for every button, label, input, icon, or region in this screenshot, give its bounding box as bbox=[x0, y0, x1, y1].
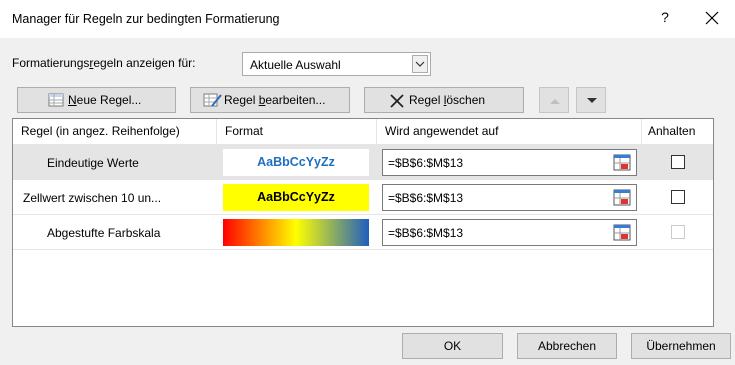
applies-to-value: =$B$6:$M$13 bbox=[388, 226, 464, 240]
move-down-button[interactable] bbox=[576, 87, 606, 113]
applies-to-input[interactable]: =$B$6:$M$13 bbox=[382, 184, 637, 211]
header-rule[interactable]: Regel (in angez. Reihenfolge) bbox=[13, 119, 217, 144]
chevron-down-icon bbox=[415, 61, 425, 67]
stop-if-true-checkbox bbox=[671, 225, 685, 239]
dropdown-button[interactable] bbox=[412, 55, 428, 73]
applies-to-value: =$B$6:$M$13 bbox=[388, 156, 464, 170]
edit-rule-button[interactable]: Regel bearbeiten... bbox=[190, 87, 350, 113]
applies-to-input[interactable]: =$B$6:$M$13 bbox=[382, 149, 637, 176]
arrow-down-icon bbox=[587, 98, 597, 103]
format-preview: AaBbCcYyZz bbox=[223, 184, 369, 211]
color-scale-preview bbox=[223, 219, 369, 246]
show-rules-label: Formatierungsregeln anzeigen für: bbox=[12, 56, 196, 70]
move-up-button[interactable] bbox=[539, 87, 569, 113]
conditional-formatting-dialog: Manager für Regeln zur bedingten Formati… bbox=[0, 0, 735, 365]
delete-rule-button[interactable]: Regel löschen bbox=[364, 87, 524, 113]
edit-rule-label: Regel bearbeiten... bbox=[224, 93, 326, 107]
applies-to-input[interactable]: =$B$6:$M$13 bbox=[382, 219, 637, 246]
applies-to-value: =$B$6:$M$13 bbox=[388, 191, 464, 205]
stop-if-true-checkbox[interactable] bbox=[671, 190, 685, 204]
range-select-icon[interactable] bbox=[613, 154, 631, 171]
rule-name: Abgestufte Farbskala bbox=[47, 226, 161, 240]
delete-rule-label: Regel löschen bbox=[409, 93, 486, 107]
range-select-icon[interactable] bbox=[613, 189, 631, 206]
table-row[interactable]: Eindeutige Werte AaBbCcYyZz =$B$6:$M$13 bbox=[13, 145, 713, 180]
arrow-up-icon bbox=[550, 99, 560, 104]
rule-name: Eindeutige Werte bbox=[47, 156, 139, 170]
close-button[interactable] bbox=[700, 6, 724, 30]
rules-table: Regel (in angez. Reihenfolge) Format Wir… bbox=[12, 118, 714, 327]
help-button[interactable]: ? bbox=[657, 9, 673, 25]
delete-icon bbox=[390, 94, 404, 108]
header-applies-to[interactable]: Wird angewendet auf bbox=[377, 119, 642, 144]
header-format[interactable]: Format bbox=[217, 119, 377, 144]
range-select-icon[interactable] bbox=[613, 224, 631, 241]
header-stop[interactable]: Anhalten bbox=[642, 119, 713, 144]
edit-rule-icon bbox=[203, 93, 222, 107]
rule-name: Zellwert zwischen 10 un... bbox=[23, 191, 162, 205]
format-preview: AaBbCcYyZz bbox=[223, 149, 369, 176]
new-rule-label: Neue Regel... bbox=[68, 93, 142, 107]
apply-button[interactable]: Übernehmen bbox=[631, 333, 731, 359]
title-bar: Manager für Regeln zur bedingten Formati… bbox=[0, 0, 735, 38]
stop-if-true-checkbox[interactable] bbox=[671, 155, 685, 169]
new-rule-button[interactable]: Neue Regel... bbox=[17, 87, 176, 113]
table-row[interactable]: Zellwert zwischen 10 un... AaBbCcYyZz =$… bbox=[13, 180, 713, 215]
new-rule-icon bbox=[48, 93, 64, 107]
cancel-button[interactable]: Abbrechen bbox=[517, 333, 617, 359]
table-row[interactable]: Abgestufte Farbskala =$B$6:$M$13 bbox=[13, 215, 713, 250]
show-rules-dropdown[interactable]: Aktuelle Auswahl bbox=[242, 52, 431, 76]
close-icon bbox=[705, 11, 719, 25]
ok-button[interactable]: OK bbox=[402, 333, 503, 359]
show-rules-selected: Aktuelle Auswahl bbox=[250, 58, 341, 72]
window-title: Manager für Regeln zur bedingten Formati… bbox=[12, 12, 280, 26]
